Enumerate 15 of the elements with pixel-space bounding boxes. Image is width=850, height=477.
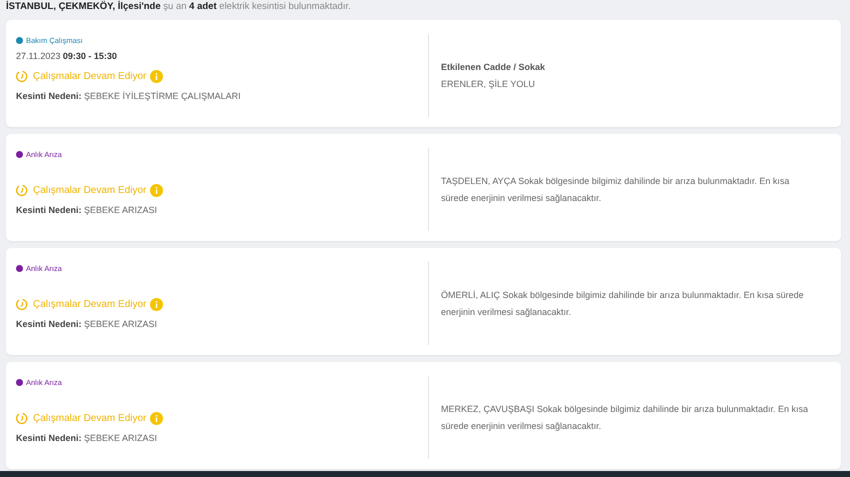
streets-text: ERENLER, ŞİLE YOLU [441,78,536,91]
summary-text: İSTANBUL, ÇEKMEKÖY, İlçesi'nde şu an 4 adet elektrik kesintisi bulunmaktadır. [6,1,352,12]
outage-reason: Kesinti Nedeni: ŞEBEKE ARIZASI [16,205,158,215]
outage-reason: Kesinti Nedeni: ŞEBEKE İYİLEŞTİRME ÇALIŞMALARI [16,91,242,101]
streets-text: MERKEZ, ÇAVUŞBAŞI Sokak bölgesinde bilgimiz dahilinde bir arıza bulunmaktadır. En kısa sürede enerjinin verilmesi sağlanacaktır. [441,402,810,433]
outage-reason: Kesinti Nedeni: ŞEBEKE ARIZASI [16,433,158,443]
status-text: Çalışmalar Devam Ediyor [33,412,146,424]
streets-text: TAŞDELEN, AYÇA Sokak bölgesinde bilgimiz dahilinde bir arıza bulunmaktadır. En kısa sürede enerjinin verilmesi sağlanacaktır. [441,174,790,205]
status-text: Çalışmalar Devam Ediyor [33,184,146,196]
outage-reason: Kesinti Nedeni: ŞEBEKE ARIZASI [16,319,158,329]
streets-text: ÖMERLİ, ALIÇ Sokak bölgesinde bilgimiz dahilinde bir arıza bulunmaktadır. En kısa sürede enerjinin verilmesi sağlanacaktır. [441,288,805,319]
streets-heading: Etkilenen Cadde / Sokak [441,60,546,74]
outage-date: 27.11.2023 09:30 - 15:30 [16,51,118,63]
status-text: Çalışmalar Devam Ediyor [33,70,146,82]
status-text: Çalışmalar Devam Ediyor [33,298,146,310]
